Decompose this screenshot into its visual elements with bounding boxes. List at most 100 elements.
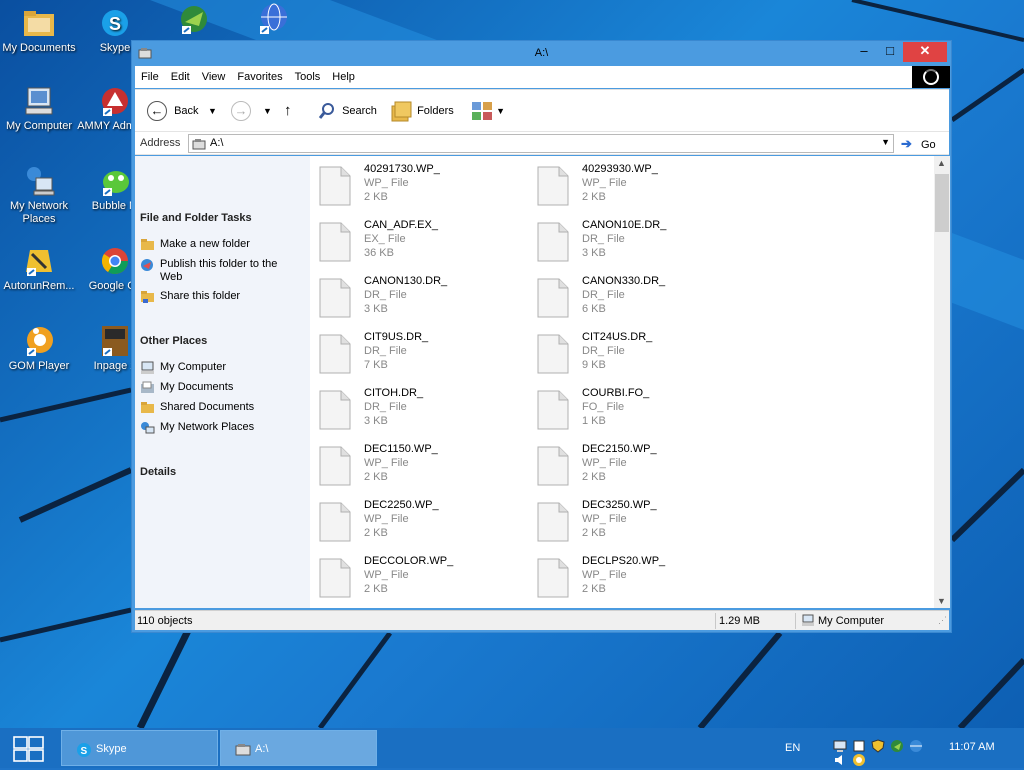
menu-favorites[interactable]: Favorites bbox=[231, 66, 288, 83]
place-label: Shared Documents bbox=[160, 401, 255, 413]
file-item[interactable]: DEC2150.WP_ WP_ File 2 KB bbox=[528, 443, 738, 489]
task-label: Publish this folder to the Web bbox=[160, 258, 278, 283]
taskbar: S Skype A:\ EN 11:07 AM bbox=[0, 728, 1024, 768]
details-header[interactable]: Details bbox=[140, 466, 176, 478]
file-item[interactable]: CANON10E.DR_ DR_ File 3 KB bbox=[528, 219, 738, 265]
file-folder-tasks-header[interactable]: File and Folder Tasks bbox=[140, 212, 252, 224]
file-item[interactable]: DEC3250.WP_ WP_ File 2 KB bbox=[528, 499, 738, 545]
file-item[interactable]: CIT9US.DR_ DR_ File 7 KB bbox=[310, 331, 520, 377]
file-type: WP_ File bbox=[364, 569, 409, 581]
up-folder-icon[interactable]: ↑ bbox=[284, 100, 292, 122]
network-tray-icon[interactable] bbox=[833, 739, 847, 753]
file-item[interactable]: DECCOLOR.WP_ WP_ File 2 KB bbox=[310, 555, 520, 601]
file-size: 2 KB bbox=[582, 527, 606, 539]
file-item[interactable]: DECLPS20.WP_ WP_ File 2 KB bbox=[528, 555, 738, 601]
task-share-folder[interactable]: Share this folder bbox=[140, 290, 308, 303]
file-item[interactable]: 40291730.WP_ WP_ File 2 KB bbox=[310, 163, 520, 209]
forward-arrow-icon: → bbox=[231, 101, 251, 122]
file-item[interactable]: CITOH.DR_ DR_ File 3 KB bbox=[310, 387, 520, 433]
menu-help[interactable]: Help bbox=[326, 66, 361, 83]
views-button[interactable]: ▼ bbox=[471, 100, 505, 122]
place-label: My Network Places bbox=[160, 421, 255, 433]
app-tray-icon[interactable] bbox=[852, 753, 866, 767]
other-places-header[interactable]: Other Places bbox=[140, 335, 207, 347]
computer-icon bbox=[802, 614, 814, 626]
title-bar[interactable]: A:\ – □ ✕ bbox=[132, 41, 951, 65]
task-make-new-folder[interactable]: Make a new folder bbox=[140, 238, 308, 251]
network-globe-icon[interactable] bbox=[909, 739, 923, 753]
desktop-icon-globe-download[interactable] bbox=[154, 2, 234, 38]
activity-throbber bbox=[912, 66, 950, 88]
scrollbar-thumb[interactable] bbox=[935, 174, 949, 232]
menu-tools[interactable]: Tools bbox=[289, 66, 327, 83]
menu-file[interactable]: File bbox=[135, 66, 165, 83]
start-button[interactable] bbox=[12, 735, 46, 763]
desktop-icon-label: My Documents bbox=[2, 42, 76, 54]
file-item[interactable]: DEC2250.WP_ WP_ File 2 KB bbox=[310, 499, 520, 545]
address-input[interactable]: A:\ ▼ bbox=[188, 134, 894, 153]
taskbar-button-skype[interactable]: S Skype bbox=[61, 730, 218, 766]
desktop-icon-my-documents[interactable]: My Documents bbox=[0, 6, 79, 55]
file-size: 7 KB bbox=[364, 359, 388, 371]
desktop-icon-my-computer[interactable]: My Computer bbox=[0, 84, 79, 133]
back-dropdown-icon[interactable]: ▼ bbox=[208, 100, 217, 122]
globe-download-icon bbox=[177, 2, 211, 36]
file-item[interactable]: CIT24US.DR_ DR_ File 9 KB bbox=[528, 331, 738, 377]
generic-file-icon bbox=[319, 558, 351, 598]
back-button[interactable]: ← Back bbox=[147, 100, 199, 122]
file-item[interactable]: 40293930.WP_ WP_ File 2 KB bbox=[528, 163, 738, 209]
file-type: WP_ File bbox=[582, 513, 627, 525]
menu-edit[interactable]: Edit bbox=[165, 66, 196, 83]
forward-button[interactable]: → bbox=[231, 100, 251, 122]
scroll-down-icon[interactable]: ▼ bbox=[937, 596, 946, 606]
desktop-icon-globe[interactable] bbox=[232, 2, 312, 38]
file-name: CANON330.DR_ bbox=[582, 275, 666, 287]
generic-file-icon bbox=[537, 222, 569, 262]
bubble-game-icon bbox=[98, 164, 132, 198]
close-button[interactable]: ✕ bbox=[903, 42, 947, 62]
place-shared-documents[interactable]: Shared Documents bbox=[140, 401, 308, 414]
vertical-scrollbar[interactable]: ▲ ▼ bbox=[934, 156, 950, 608]
maximize-button[interactable]: □ bbox=[877, 42, 903, 62]
address-dropdown-icon[interactable]: ▼ bbox=[881, 137, 890, 147]
file-item[interactable]: CAN_ADF.EX_ EX_ File 36 KB bbox=[310, 219, 520, 265]
file-type: DR_ File bbox=[364, 401, 407, 413]
action-center-icon[interactable] bbox=[852, 739, 866, 753]
search-label: Search bbox=[342, 105, 377, 117]
desktop-icon-gom-player[interactable]: GOM Player bbox=[0, 324, 79, 373]
generic-file-icon bbox=[537, 502, 569, 542]
go-label: Go bbox=[920, 139, 936, 151]
resize-grip-icon[interactable]: ⋰ bbox=[938, 615, 947, 626]
go-button[interactable]: ➔ Go bbox=[901, 136, 936, 152]
views-icon bbox=[472, 102, 492, 121]
task-publish-folder[interactable]: Publish this folder to the Web bbox=[140, 258, 308, 284]
file-size: 9 KB bbox=[582, 359, 606, 371]
taskbar-clock[interactable]: 11:07 AM bbox=[949, 741, 995, 753]
menu-view[interactable]: View bbox=[196, 66, 232, 83]
language-indicator[interactable]: EN bbox=[785, 742, 800, 754]
desktop-icon-my-network-places[interactable]: My Network Places bbox=[0, 164, 79, 226]
chrome-icon bbox=[98, 244, 132, 278]
desktop-icon-autorun-remover[interactable]: AutorunRem... bbox=[0, 244, 79, 293]
search-button[interactable]: Search bbox=[318, 100, 377, 122]
file-item[interactable]: CANON330.DR_ DR_ File 6 KB bbox=[528, 275, 738, 321]
scroll-up-icon[interactable]: ▲ bbox=[937, 158, 946, 168]
shield-icon[interactable] bbox=[871, 739, 885, 753]
place-my-documents[interactable]: My Documents bbox=[140, 381, 308, 394]
place-my-computer[interactable]: My Computer bbox=[140, 361, 308, 374]
file-item[interactable]: CANON130.DR_ DR_ File 3 KB bbox=[310, 275, 520, 321]
download-manager-icon[interactable] bbox=[890, 739, 904, 753]
minimize-button[interactable]: – bbox=[851, 42, 877, 62]
folders-button[interactable]: Folders bbox=[390, 100, 454, 122]
taskbar-button-explorer[interactable]: A:\ bbox=[220, 730, 377, 766]
volume-icon[interactable] bbox=[833, 753, 847, 767]
inpage-icon bbox=[98, 324, 132, 358]
forward-dropdown-icon[interactable]: ▼ bbox=[263, 100, 272, 122]
file-name: DEC1150.WP_ bbox=[364, 443, 438, 455]
place-my-network-places[interactable]: My Network Places bbox=[140, 421, 308, 434]
file-item[interactable]: COURBI.FO_ FO_ File 1 KB bbox=[528, 387, 738, 433]
generic-file-icon bbox=[537, 278, 569, 318]
file-item[interactable]: DEC1150.WP_ WP_ File 2 KB bbox=[310, 443, 520, 489]
skype-icon: S bbox=[98, 6, 132, 40]
file-size: 3 KB bbox=[364, 303, 388, 315]
